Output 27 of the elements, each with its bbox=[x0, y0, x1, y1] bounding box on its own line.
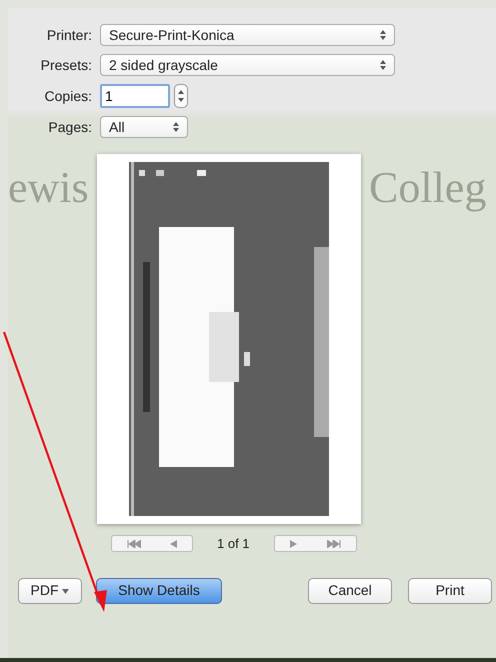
dropdown[interactable]: 2 sided grayscale bbox=[100, 54, 395, 76]
field-label: Printer: bbox=[46, 26, 93, 44]
pdf-menu-button[interactable]: PDF bbox=[18, 578, 82, 604]
page-indicator: 1 of 1 bbox=[217, 535, 250, 553]
updown-arrows-icon bbox=[173, 122, 179, 132]
background-heading: ewis bbox=[8, 166, 90, 210]
dropdown[interactable]: All bbox=[100, 116, 188, 138]
dialog-button[interactable]: Cancel bbox=[308, 578, 392, 604]
next-page-icon bbox=[290, 540, 297, 548]
updown-arrows-icon bbox=[178, 89, 184, 103]
caret-icon bbox=[62, 588, 70, 594]
page-forward-buttons[interactable] bbox=[274, 535, 357, 552]
last-page-icon bbox=[326, 540, 341, 548]
dialog-button[interactable]: Print bbox=[408, 578, 492, 604]
copies-field[interactable]: 1 bbox=[100, 84, 170, 108]
updown-arrows-icon bbox=[380, 30, 386, 40]
field-label: Copies: bbox=[44, 86, 93, 106]
show-details-button[interactable]: Show Details bbox=[96, 578, 222, 604]
background-heading: Colleg bbox=[369, 166, 486, 210]
field-label: Presets: bbox=[40, 56, 93, 74]
previous-page-icon bbox=[170, 540, 178, 548]
field-label: Pages: bbox=[47, 118, 93, 137]
updown-arrows-icon bbox=[380, 60, 386, 70]
stepper[interactable] bbox=[174, 84, 188, 108]
page-back-buttons[interactable] bbox=[111, 535, 193, 552]
dropdown[interactable]: Secure-Print-Konica bbox=[100, 24, 395, 46]
first-page-icon bbox=[126, 540, 141, 548]
